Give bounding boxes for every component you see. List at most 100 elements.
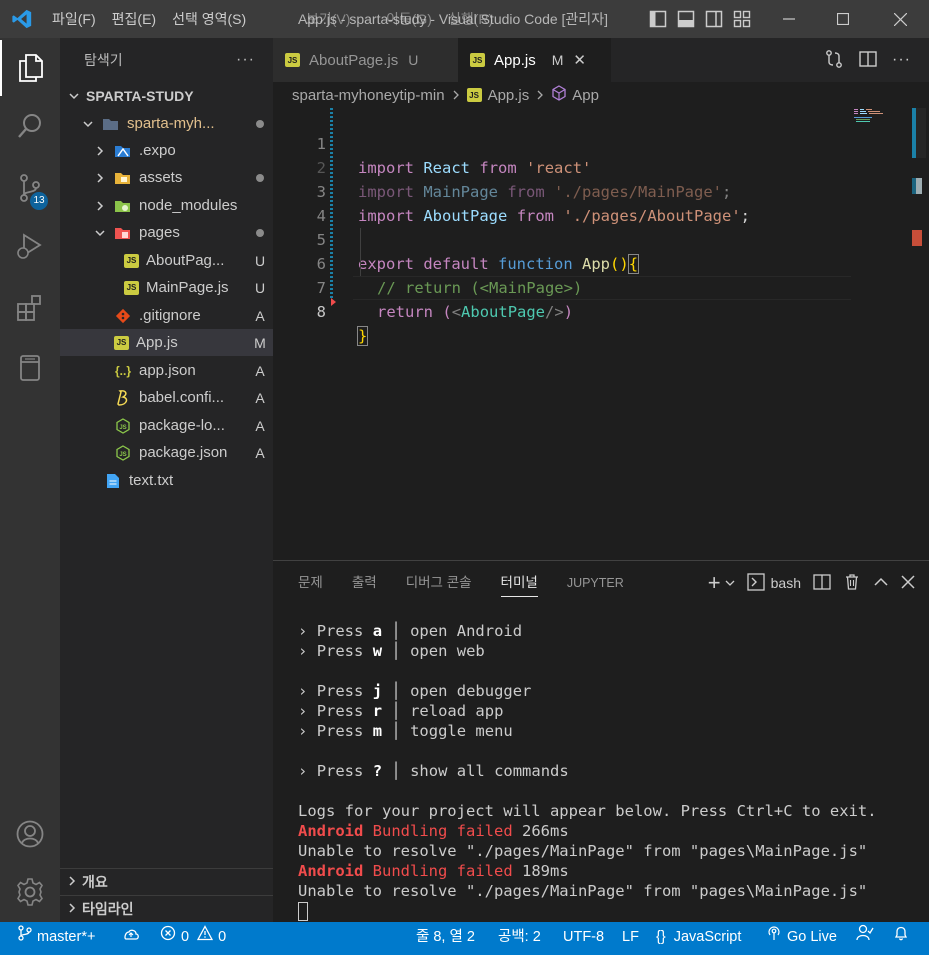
split-editor-icon[interactable] (858, 49, 878, 72)
shortcut-key: m (372, 722, 383, 740)
status-bar: master*+ 0 0 줄 8, 열 2 공백: 2 UTF-8 LF {} … (0, 922, 929, 955)
maximize-panel-icon[interactable] (873, 574, 889, 593)
menu-file[interactable]: 파일(F) (44, 0, 104, 38)
status-notifications[interactable] (893, 922, 909, 952)
status-eol[interactable]: LF (622, 922, 639, 952)
open-changes-icon[interactable] (824, 49, 844, 72)
tree-item-sparta-folder[interactable]: sparta-myh... (60, 110, 273, 137)
search-activity[interactable] (0, 98, 60, 154)
tree-item-label: package-lo... (139, 417, 225, 434)
toggle-secondary-sidebar-icon[interactable] (704, 9, 724, 29)
folder-open-icon (102, 115, 120, 133)
terminal-line: › Press r │ reload app (298, 701, 877, 721)
tree-item-label: MainPage.js (146, 279, 229, 296)
svg-text:JS: JS (119, 452, 126, 458)
remote-explorer-activity[interactable] (0, 340, 60, 396)
terminal-error-line: Android Bundling failed 189ms (298, 861, 877, 881)
explorer-activity[interactable] (0, 40, 60, 96)
explorer-sidebar: 탐색기 ··· SPARTA-STUDY sparta-myh... .expo… (60, 38, 273, 922)
tab-terminal[interactable]: 터미널 (500, 561, 539, 605)
token-tag-punctuation: < (451, 303, 462, 321)
manage-activity[interactable] (0, 864, 60, 920)
tree-item-babel-config[interactable]: babel.confi... A (60, 384, 273, 411)
menu-selection[interactable]: 선택 영역(S) (164, 0, 254, 38)
git-status-added: A (255, 362, 265, 379)
prompt-arrow: › (298, 682, 308, 700)
tree-item-mainpage[interactable]: JS MainPage.js U (60, 274, 273, 301)
tab-output[interactable]: 출력 (352, 561, 377, 605)
tab-problems[interactable]: 문제 (298, 561, 323, 605)
breadcrumb-folder[interactable]: sparta-myhoneytip-min (292, 87, 445, 104)
status-branch[interactable]: master*+ (18, 922, 95, 952)
minimize-button[interactable] (766, 0, 812, 38)
tab-app-js[interactable]: JS App.js M ✕ (458, 38, 611, 82)
press-text: Press (316, 642, 364, 660)
status-indentation[interactable]: 공백: 2 (498, 922, 541, 952)
token-tag: AboutPage (461, 303, 546, 321)
status-feedback[interactable] (856, 922, 874, 952)
log-message: Bundling failed (372, 862, 513, 880)
tree-item-gitignore[interactable]: .gitignore A (60, 302, 273, 329)
accounts-activity[interactable] (0, 806, 60, 862)
code-editor[interactable]: 1 import React from 'react' 2 import Mai… (273, 108, 929, 560)
status-language[interactable]: {} JavaScript (656, 922, 741, 952)
split-terminal-icon[interactable] (813, 573, 831, 594)
toggle-panel-icon[interactable] (676, 9, 696, 29)
tree-item-label: babel.confi... (139, 389, 225, 406)
outline-section[interactable]: 개요 (60, 868, 273, 895)
new-terminal-button[interactable]: + (708, 572, 735, 594)
minimap[interactable] (852, 108, 912, 168)
breadcrumb-symbol[interactable]: App (572, 87, 599, 104)
tree-item-text-txt[interactable]: text.txt (60, 467, 273, 494)
tree-item-expo[interactable]: .expo (60, 137, 273, 164)
tree-item-assets[interactable]: assets (60, 164, 273, 191)
source-control-activity[interactable]: 13 (0, 160, 60, 216)
extensions-activity[interactable] (0, 280, 60, 336)
log-platform: Android (298, 862, 364, 880)
tree-item-package-lock[interactable]: JS package-lo... A (60, 412, 273, 439)
status-go-live[interactable]: Go Live (766, 922, 837, 952)
chevron-right-icon (92, 172, 108, 184)
tree-item-node-modules[interactable]: node_modules (60, 192, 273, 219)
terminal-prompt[interactable] (298, 901, 877, 921)
source-control-badge: 13 (30, 192, 48, 210)
tree-item-aboutpage[interactable]: JS AboutPag... U (60, 247, 273, 274)
status-sync[interactable] (122, 922, 140, 952)
tree-item-pages[interactable]: pages (60, 219, 273, 246)
explorer-more-actions[interactable]: ··· (236, 51, 255, 69)
breadcrumb-file[interactable]: App.js (488, 87, 530, 104)
activity-bar: 13 (0, 38, 60, 922)
close-tab-icon[interactable]: ✕ (573, 51, 586, 69)
timeline-section[interactable]: 타임라인 (60, 895, 273, 922)
more-actions-icon[interactable]: ··· (892, 51, 911, 69)
tree-item-package-json[interactable]: JS package.json A (60, 439, 273, 466)
maximize-button[interactable] (820, 0, 866, 38)
status-cursor-position[interactable]: 줄 8, 열 2 (416, 922, 475, 952)
files-icon (19, 54, 43, 82)
tree-item-app-js[interactable]: JS App.js M (60, 329, 273, 356)
tree-item-app-json[interactable]: {..} app.json A (60, 357, 273, 384)
tab-aboutpage[interactable]: JS AboutPage.js U (273, 38, 458, 82)
editor-scrollbar[interactable] (912, 108, 926, 560)
close-window-button[interactable] (877, 0, 923, 38)
status-encoding[interactable]: UTF-8 (563, 922, 604, 952)
tree-item-label: .gitignore (139, 307, 201, 324)
tab-debug-console[interactable]: 디버그 콘솔 (406, 561, 472, 605)
terminal-shell-selector[interactable]: bash (746, 572, 801, 594)
customize-layout-icon[interactable] (732, 9, 752, 29)
kill-terminal-icon[interactable] (843, 573, 861, 594)
status-problems[interactable]: 0 0 (160, 922, 226, 952)
run-debug-icon (17, 233, 42, 259)
menu-edit[interactable]: 편집(E) (104, 0, 164, 38)
run-debug-activity[interactable] (0, 218, 60, 274)
tab-jupyter[interactable]: JUPYTER (567, 561, 624, 605)
prompt-arrow: › (298, 622, 308, 640)
window-title: App.js - sparta-study - Visual Studio Co… (298, 11, 608, 27)
close-panel-icon[interactable] (901, 574, 915, 592)
code-line-1: 1 import React from 'react' (273, 108, 853, 177)
workspace-root[interactable]: SPARTA-STUDY (60, 82, 273, 109)
terminal-output[interactable]: › Press a │ open Android › Press w │ ope… (298, 621, 877, 921)
error-count: 0 (181, 929, 190, 945)
toggle-sidebar-icon[interactable] (648, 9, 668, 29)
shortcut-desc: show all commands (410, 762, 569, 780)
